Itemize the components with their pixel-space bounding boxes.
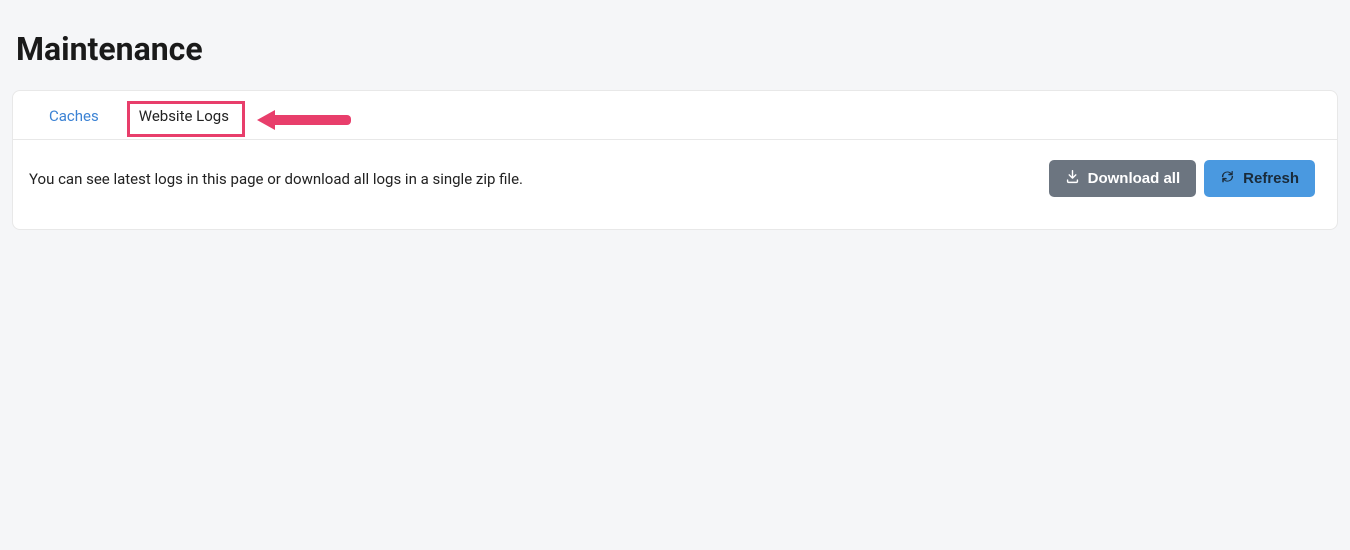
download-all-label: Download all [1088, 170, 1181, 187]
maintenance-card: Caches Website Logs You can see latest l… [12, 90, 1338, 230]
tabs-row: Caches Website Logs [13, 91, 1337, 140]
download-all-button[interactable]: Download all [1049, 160, 1197, 197]
refresh-label: Refresh [1243, 170, 1299, 187]
logs-description: You can see latest logs in this page or … [29, 170, 523, 188]
button-group: Download all Refresh [1049, 160, 1315, 197]
tab-website-logs[interactable]: Website Logs [119, 91, 249, 139]
refresh-icon [1220, 169, 1235, 188]
refresh-button[interactable]: Refresh [1204, 160, 1315, 197]
arrow-left-icon [257, 110, 275, 130]
content-row: You can see latest logs in this page or … [13, 140, 1337, 229]
arrow-shaft [275, 115, 351, 125]
tab-caches[interactable]: Caches [29, 91, 119, 139]
download-icon [1065, 169, 1080, 188]
annotation-arrow [257, 110, 351, 130]
page-title: Maintenance [0, 0, 1350, 90]
